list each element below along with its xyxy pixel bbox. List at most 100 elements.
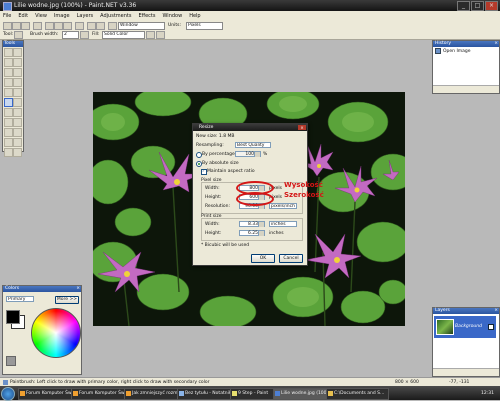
taskbar-item[interactable]: Lilie wodne.jpg (100... (273, 388, 332, 400)
move-selection-icon[interactable] (13, 48, 22, 57)
close-button[interactable]: × (485, 1, 498, 11)
zoom-select[interactable]: Window (118, 22, 165, 30)
menu-window[interactable]: Window (162, 13, 182, 19)
close-icon[interactable]: × (76, 286, 80, 291)
rectangle-icon[interactable] (4, 138, 13, 147)
close-icon[interactable]: × (494, 308, 498, 313)
percentage-spinner[interactable] (254, 152, 260, 157)
print-height-unit: inches (269, 231, 284, 236)
history-panel-title: History (435, 41, 452, 46)
taskbar-item[interactable]: Forum Komputer Św... (18, 388, 77, 400)
taskbar-item[interactable]: Jak zmniejszyć rozm... (124, 388, 183, 400)
menu-help[interactable]: Help (189, 13, 200, 19)
layer-row-background[interactable]: Background (434, 316, 496, 338)
ellipse-select-icon[interactable] (4, 68, 13, 77)
open-image-icon (435, 48, 441, 54)
cut-icon[interactable] (45, 22, 54, 30)
menu-layers[interactable]: Layers (77, 13, 94, 19)
print-height-spinner[interactable] (258, 231, 264, 236)
paintbrush-icon[interactable] (14, 31, 23, 39)
cancel-button[interactable]: Cancel (279, 254, 303, 263)
paste-icon[interactable] (63, 22, 72, 30)
primary-color-swatch[interactable] (6, 310, 20, 324)
menu-image[interactable]: Image (54, 13, 70, 19)
undo-icon[interactable] (87, 22, 96, 30)
gradient-icon[interactable] (13, 88, 22, 97)
menu-edit[interactable]: Edit (18, 13, 28, 19)
menu-view[interactable]: View (35, 13, 47, 19)
print-width-unit-select[interactable]: inches (269, 221, 297, 227)
color-picker-icon[interactable] (13, 108, 22, 117)
clone-stamp-icon[interactable] (4, 118, 13, 127)
close-icon[interactable]: × (494, 41, 498, 46)
magic-wand-icon[interactable] (4, 78, 13, 87)
maximize-button[interactable]: □ (471, 1, 484, 11)
open-icon[interactable] (12, 22, 21, 30)
color-wheel[interactable] (31, 308, 81, 358)
tool-options-toolbar: Tool: Brush width: 2 Fill: Solid Color (0, 30, 500, 40)
bicubic-note: * Bicubic will be used (201, 243, 250, 248)
menu-file[interactable]: File (3, 13, 11, 19)
alpha-icon[interactable] (156, 31, 165, 39)
minimize-button[interactable]: _ (457, 1, 470, 11)
brush-width-label: Brush width: (30, 32, 59, 37)
resolution-unit-select[interactable]: pixels/inch (269, 203, 297, 209)
ellipse-icon[interactable] (4, 148, 13, 157)
copy-icon[interactable] (54, 22, 63, 30)
resize-dialog-titlebar: Resize × (193, 124, 307, 131)
rounded-rectangle-icon[interactable] (13, 138, 22, 147)
taskbar-item[interactable]: C:\Documents and S... (326, 388, 389, 400)
blend-mode-icon[interactable] (146, 31, 155, 39)
print-height-input[interactable]: 6.25 (239, 230, 265, 236)
color-mode-select[interactable]: Primary (6, 296, 34, 302)
print-width-value: 8.33 (247, 222, 258, 227)
print-width-spinner[interactable] (258, 222, 264, 227)
resampling-select[interactable]: Best Quality (235, 142, 271, 148)
taskbar-item[interactable]: Forum Komputer Św... (71, 388, 130, 400)
rectangle-select-icon[interactable] (4, 48, 13, 57)
text-icon[interactable] (4, 128, 13, 137)
zoom-icon[interactable] (13, 68, 22, 77)
more-colors-button[interactable]: More >> (55, 296, 79, 304)
antialias-icon[interactable] (80, 31, 89, 39)
pencil-icon[interactable] (4, 108, 13, 117)
new-icon[interactable] (3, 22, 12, 30)
brush-width-input[interactable]: 2 (62, 31, 79, 39)
fill-select[interactable]: Solid Color (102, 31, 145, 39)
grid-icon[interactable] (108, 22, 117, 30)
layer-visibility-checkbox[interactable] (488, 324, 494, 330)
print-height-value: 6.25 (247, 231, 258, 236)
dialog-close-icon[interactable]: × (298, 125, 306, 130)
colors-panel-title: Colors (5, 286, 20, 291)
lasso-select-icon[interactable] (4, 58, 13, 67)
redo-icon[interactable] (96, 22, 105, 30)
recolor-icon[interactable] (13, 118, 22, 127)
start-button[interactable] (1, 387, 15, 401)
ok-button[interactable]: OK (251, 254, 275, 263)
pan-icon[interactable] (13, 78, 22, 87)
freeform-shape-icon[interactable] (13, 148, 22, 157)
print-icon[interactable] (33, 22, 42, 30)
move-selected-icon[interactable] (13, 58, 22, 67)
percentage-input[interactable]: 100 (235, 151, 261, 157)
paintbrush-tool-icon[interactable] (4, 98, 13, 107)
taskbar-item[interactable]: 9 Step - Paint (230, 388, 279, 400)
firefox-icon (126, 391, 131, 396)
folder-icon (328, 391, 333, 396)
eraser-icon[interactable] (13, 98, 22, 107)
menu-adjustments[interactable]: Adjustments (100, 13, 131, 19)
layers-footer (433, 368, 499, 376)
paint-bucket-icon[interactable] (4, 88, 13, 97)
taskbar-item[interactable]: Bez tytułu - Notatnik (177, 388, 236, 400)
units-select[interactable]: Pixels (186, 22, 223, 30)
line-icon[interactable] (13, 128, 22, 137)
crop-icon[interactable] (75, 22, 84, 30)
history-item[interactable]: Open Image (435, 48, 497, 54)
history-panel-header: History × (433, 41, 499, 47)
menu-effects[interactable]: Effects (138, 13, 155, 19)
notepad-icon (179, 391, 184, 396)
window-title: Lilie wodne.jpg (100%) - Paint.NET v3.36 (14, 2, 137, 9)
reset-colors-icon[interactable] (6, 356, 16, 366)
print-width-input[interactable]: 8.33 (239, 221, 265, 227)
save-icon[interactable] (21, 22, 30, 30)
